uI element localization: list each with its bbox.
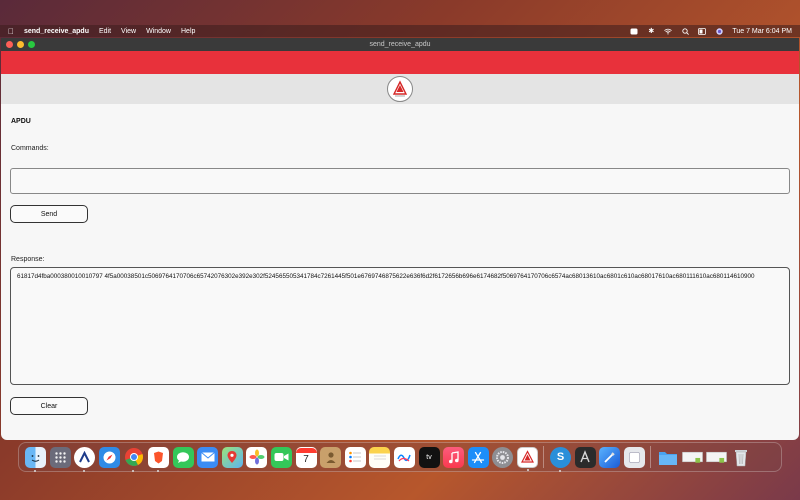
menu-window[interactable]: Window [146,28,171,35]
safari-icon[interactable] [98,446,120,468]
maps-icon[interactable] [221,446,243,468]
commands-input[interactable] [10,168,790,194]
mail-icon[interactable] [197,446,219,468]
menu-help[interactable]: Help [181,28,195,35]
tv-label: tv [426,453,432,461]
app-logo-icon [387,76,413,102]
freeform-icon[interactable] [393,446,415,468]
dock-separator [543,446,545,468]
settings-icon[interactable] [492,446,514,468]
status-area: ✱ Tue 7 Mar 6:04 PM [630,28,792,35]
menu-bar:  send_receive_apdu Edit View Window Hel… [0,25,800,37]
dock-separator-2 [650,446,652,468]
menu-edit[interactable]: Edit [99,28,111,35]
document-icon[interactable] [681,447,703,468]
appstore-icon[interactable] [467,446,489,468]
page-title: APDU [11,118,31,125]
app-header-bar [1,51,799,74]
logo-bar [1,74,799,104]
apdu-panel: APDU Commands: Send Response: 61817d4fba… [1,104,799,440]
tv-icon[interactable]: tv [418,446,440,468]
commands-label: Commands: [11,145,49,152]
contacts-icon[interactable] [320,446,342,468]
clear-button[interactable]: Clear [10,397,88,415]
menu-app-name[interactable]: send_receive_apdu [24,28,89,35]
calendar-day: 7 [303,453,309,465]
title-bar[interactable]: send_receive_apdu [1,38,799,51]
creative-cloud-icon[interactable] [630,28,638,35]
siri-icon[interactable] [715,27,723,35]
menu-view[interactable]: View [121,28,136,35]
chrome-icon[interactable] [123,447,144,472]
folder-icon[interactable] [657,447,678,468]
bluetooth-icon[interactable]: ✱ [647,28,655,35]
music-icon[interactable] [443,446,465,468]
facetime-icon[interactable] [270,446,292,468]
send-button[interactable]: Send [10,205,88,223]
launchpad-icon[interactable] [49,446,71,468]
tools-icon[interactable] [574,446,596,468]
trash-icon[interactable] [731,447,752,468]
app-icon[interactable] [74,446,96,472]
brave-icon[interactable] [147,446,169,472]
menu-clock[interactable]: Tue 7 Mar 6:04 PM [732,28,792,35]
finder-icon[interactable] [25,446,46,472]
xcode-icon[interactable] [599,446,621,468]
reminders-icon[interactable] [344,446,366,468]
app-window: send_receive_apdu APDU Commands: Send Re… [1,38,799,440]
control-center-icon[interactable] [698,27,707,35]
calendar-icon[interactable]: 7 [295,446,317,468]
response-label: Response: [11,256,45,263]
messages-icon[interactable] [172,446,194,468]
apple-icon[interactable]:  [8,27,14,36]
skype-icon[interactable]: S [550,446,572,472]
response-output[interactable]: 61817d4fba000380010010797 4f5a00038501c5… [10,267,790,385]
preview-icon[interactable] [623,446,645,468]
photos-icon[interactable] [246,446,268,468]
dock: 7 tv S [18,442,782,472]
document-icon-2[interactable] [706,447,728,468]
wifi-icon[interactable] [664,28,673,35]
window-title: send_receive_apdu [369,41,431,48]
apdu-app-icon[interactable] [516,446,538,471]
search-icon[interactable] [681,27,689,35]
notes-icon[interactable] [369,446,391,468]
